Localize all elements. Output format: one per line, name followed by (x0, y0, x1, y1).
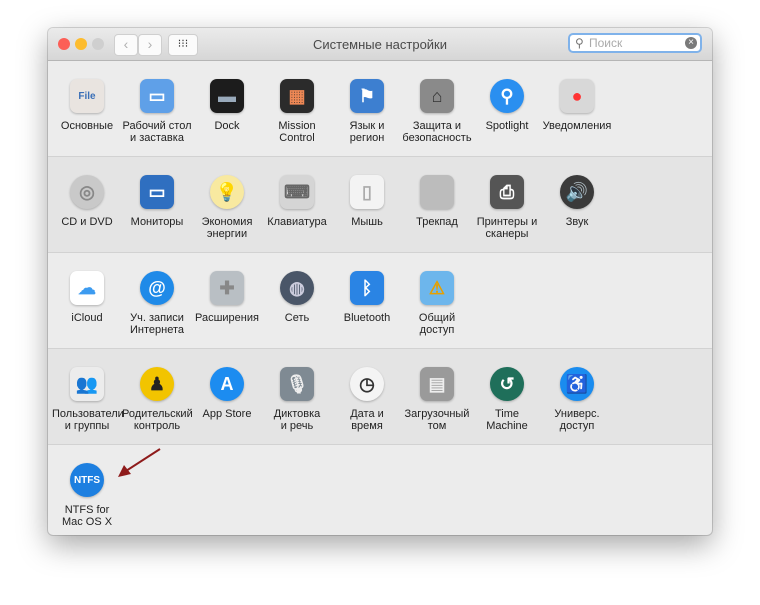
annotation-arrow (118, 448, 161, 477)
